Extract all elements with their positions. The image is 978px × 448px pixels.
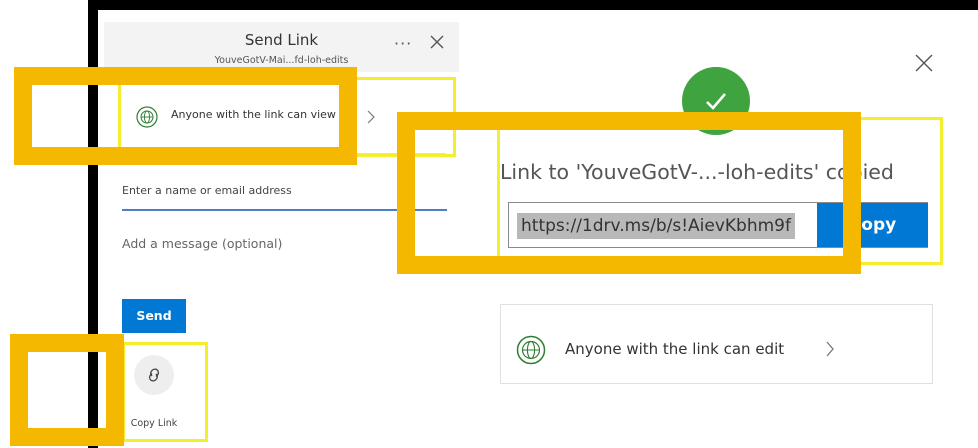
chevron-right-icon: [826, 341, 834, 357]
permission-edit-row[interactable]: Anyone with the link can edit: [500, 304, 933, 384]
highlight-copy-link-marker: [10, 334, 124, 446]
close-icon[interactable]: [914, 53, 934, 73]
email-field[interactable]: Enter a name or email address: [122, 184, 292, 197]
highlight-link-url-marker: [397, 112, 861, 274]
permission-edit-label: Anyone with the link can edit: [565, 340, 785, 358]
highlight-permission-view-marker: [14, 67, 357, 165]
close-icon[interactable]: [429, 34, 445, 50]
send-button[interactable]: Send: [122, 299, 186, 333]
panel-subtitle: YouveGotV-Mai...fd-loh-edits: [214, 55, 349, 66]
message-field[interactable]: Add a message (optional): [122, 236, 282, 251]
more-icon[interactable]: ···: [394, 34, 412, 53]
highlight-copy-link: [122, 342, 208, 442]
globe-icon: [516, 335, 546, 365]
